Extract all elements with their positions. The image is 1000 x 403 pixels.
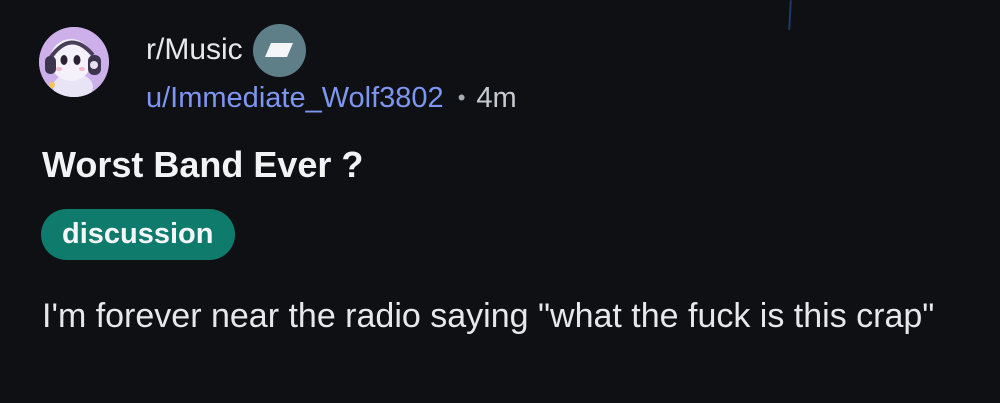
post-title[interactable]: Worst Band Ever ? (42, 142, 363, 188)
meta-separator: • (457, 85, 466, 110)
post-meta: u/Immediate_Wolf3802 • 4m (146, 78, 517, 118)
subreddit-avatar-icon[interactable] (39, 27, 109, 97)
post-flair[interactable]: discussion (41, 209, 235, 260)
subreddit-name[interactable]: r/Music (146, 30, 243, 70)
decorative-stroke (788, 0, 792, 31)
post-view: r/Music u/Immediate_Wolf3802 • 4m Worst … (0, 0, 1000, 403)
post-age: 4m (476, 81, 517, 114)
post-body: I'm forever near the radio saying "what … (42, 297, 935, 335)
mod-shield-icon[interactable] (252, 23, 306, 77)
author-link[interactable]: u/Immediate_Wolf3802 (146, 82, 444, 115)
subreddit-row: r/Music (146, 23, 306, 77)
